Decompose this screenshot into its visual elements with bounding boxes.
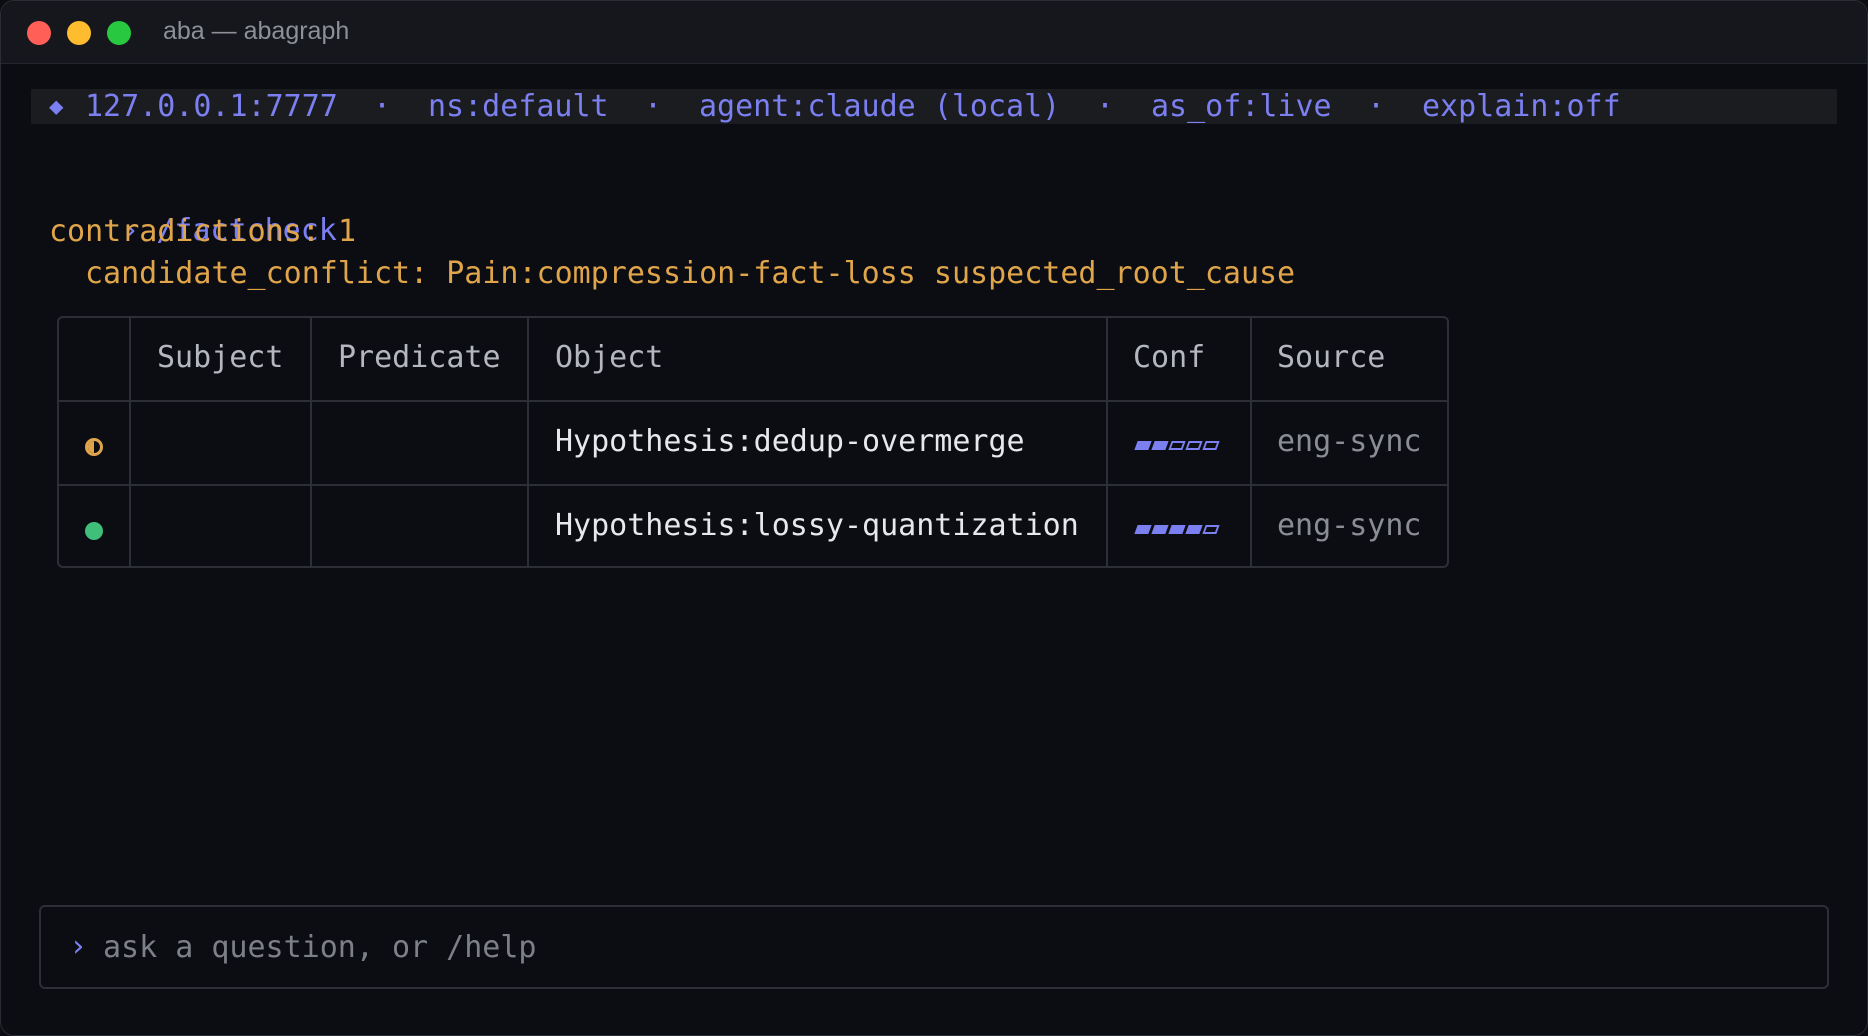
confidence-segment	[1151, 441, 1169, 450]
contradictions-count: contradictions: 1	[49, 214, 357, 249]
query-input-box[interactable]: ›	[39, 905, 1829, 989]
column-header-predicate[interactable]: Predicate	[338, 338, 501, 378]
minimize-window-button[interactable]	[67, 21, 91, 45]
filled-circle-icon	[85, 522, 103, 540]
status-separator: ·	[373, 89, 392, 124]
status-explain: explain:off	[1422, 89, 1621, 124]
column-header-source[interactable]: Source	[1277, 338, 1385, 378]
window-title: aba — abagraph	[163, 17, 350, 45]
row-source: eng-sync	[1277, 424, 1422, 459]
confidence-segment	[1168, 441, 1186, 450]
status-separator: ·	[644, 89, 663, 124]
column-header-subject[interactable]: Subject	[157, 338, 283, 378]
column-header-conf[interactable]: Conf	[1133, 338, 1205, 378]
row-object[interactable]: Hypothesis:lossy-quantization	[555, 506, 1079, 546]
confidence-segment	[1168, 525, 1186, 534]
title-bar: aba — abagraph	[1, 1, 1867, 64]
status-separator: ·	[1367, 89, 1386, 124]
status-host: 127.0.0.1:7777	[85, 89, 338, 124]
confidence-segment	[1134, 525, 1152, 534]
confidence-segment	[1134, 441, 1152, 450]
maximize-window-button[interactable]	[107, 21, 131, 45]
confidence-segment	[1185, 525, 1203, 534]
status-namespace: ns:default	[428, 89, 609, 124]
confidence-segment	[1202, 441, 1220, 450]
row-object[interactable]: Hypothesis:dedup-overmerge	[555, 422, 1025, 462]
candidate-conflict: candidate_conflict: Pain:compression-fac…	[85, 256, 1296, 291]
confidence-segment	[1185, 441, 1203, 450]
status-agent: agent:claude (local)	[699, 89, 1061, 124]
row-source: eng-sync	[1277, 508, 1422, 543]
diamond-icon: ◆	[49, 92, 64, 120]
status-bar: ◆ 127.0.0.1:7777 · ns:default · agent:cl…	[31, 89, 1837, 124]
query-input[interactable]	[103, 925, 1803, 969]
half-circle-icon	[85, 438, 103, 456]
status-separator: ·	[1096, 89, 1115, 124]
confidence-segment	[1202, 525, 1220, 534]
status-as-of: as_of:live	[1151, 89, 1332, 124]
close-window-button[interactable]	[27, 21, 51, 45]
column-header-object[interactable]: Object	[555, 338, 663, 378]
confidence-segment	[1151, 525, 1169, 534]
terminal-window: aba — abagraph ◆ 127.0.0.1:7777 · ns:def…	[0, 0, 1868, 1036]
facts-table: Subject Predicate Object Conf Source Hyp…	[57, 316, 1449, 568]
input-chevron-icon: ›	[69, 929, 88, 964]
